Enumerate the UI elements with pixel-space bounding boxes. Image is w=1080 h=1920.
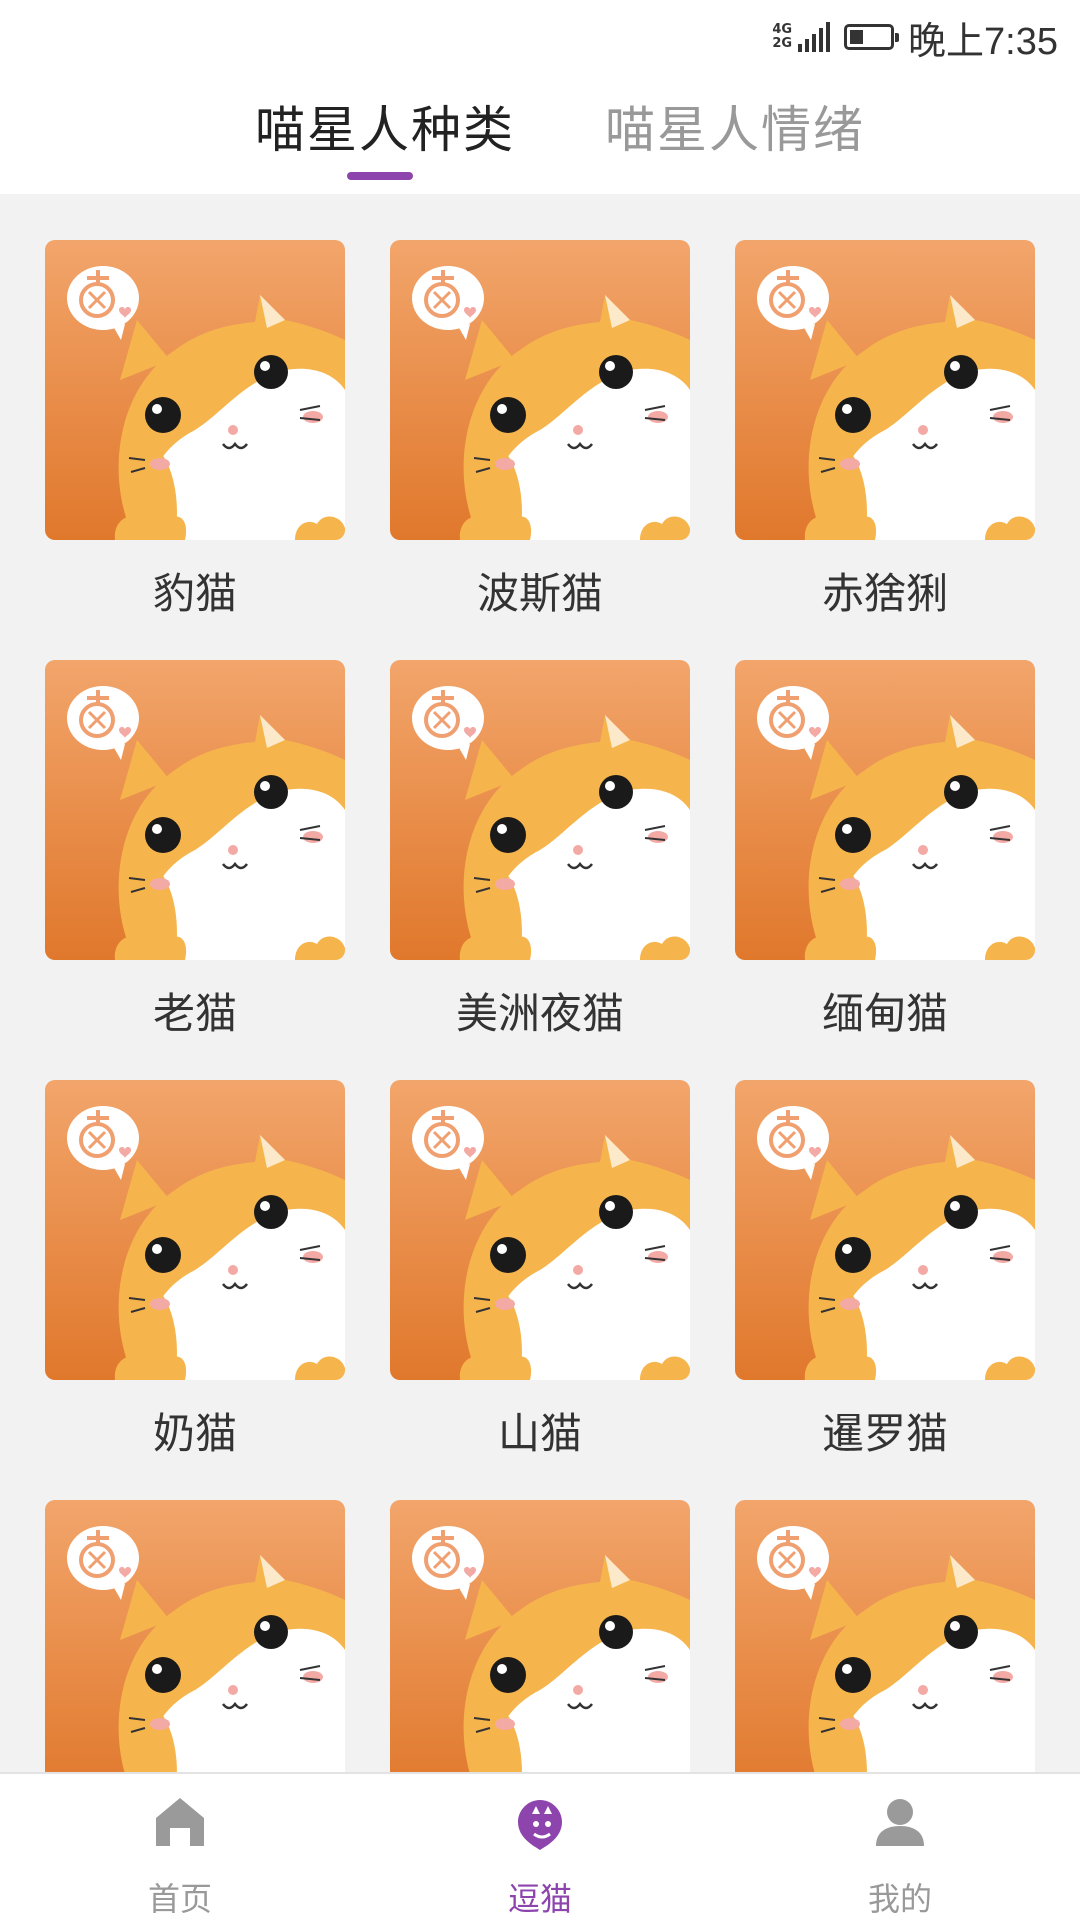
status-indicators: 4G 2G 晚上7:35 [772,14,1058,63]
cat-breed-card[interactable]: 奶猫 [45,1080,345,1458]
tab-cat-moods[interactable]: 喵星人情绪 [605,90,865,162]
cat-thumbnail[interactable] [45,240,345,540]
cat-breed-card[interactable] [45,1500,345,1772]
cat-illustration [67,1526,345,1772]
cat-illustration [757,686,1035,960]
cat-illustration [757,1526,1035,1772]
tab-cat-breeds[interactable]: 喵星人种类 [255,90,515,162]
cat-breed-card[interactable]: 山猫 [390,1080,690,1458]
tab-header: 喵星人种类 喵星人情绪 [0,74,1080,194]
cat-thumbnail[interactable] [735,1080,1035,1380]
cat-breed-card[interactable]: 老猫 [45,660,345,1038]
signal-icon: 4G 2G [772,22,831,52]
profile-icon [876,1799,924,1846]
cat-breed-name: 山猫 [497,1409,582,1458]
nav-label-cat-tease: 逗猫 [507,1880,572,1918]
cat-thumbnail[interactable] [735,660,1035,960]
signal-bars [798,22,831,52]
network-type: 4G 2G [772,23,792,51]
network-type-top: 4G [772,22,793,37]
cat-thumbnail[interactable] [45,660,345,960]
cat-illustration [67,686,345,960]
cat-breed-card[interactable]: 缅甸猫 [735,660,1035,1038]
home-icon [156,1798,204,1846]
cat-illustration [412,266,690,540]
bottom-navigation: 首页 逗猫 我的 [0,1772,1080,1920]
cat-breed-card[interactable]: 豹猫 [45,240,345,618]
cat-thumbnail[interactable] [390,1080,690,1380]
nav-item-home[interactable]: 首页 [80,1774,280,1920]
cat-breed-card[interactable] [390,1500,690,1772]
battery-icon [844,24,900,50]
active-tab-indicator [347,172,413,180]
nav-label-home: 首页 [147,1880,212,1918]
cat-illustration [757,1106,1035,1380]
cat-thumbnail[interactable] [45,1080,345,1380]
cat-illustration [412,1106,690,1380]
cat-breed-card[interactable]: 暹罗猫 [735,1080,1035,1458]
cat-breed-name: 缅甸猫 [821,989,948,1038]
cat-breed-name: 老猫 [152,989,237,1038]
cat-illustration [757,266,1035,540]
cat-breed-card[interactable] [735,1500,1035,1772]
battery-level [850,30,864,44]
cat-thumbnail[interactable] [390,660,690,960]
nav-item-profile[interactable]: 我的 [800,1774,1000,1920]
network-type-bottom: 2G [772,36,793,51]
cat-tease-icon [518,1800,562,1850]
cat-breed-name: 暹罗猫 [821,1409,948,1458]
cat-thumbnail[interactable] [390,1500,690,1772]
cat-thumbnail[interactable] [45,1500,345,1772]
cat-illustration [412,686,690,960]
cat-breed-card[interactable]: 美洲夜猫 [390,660,690,1038]
cat-breed-card[interactable]: 波斯猫 [390,240,690,618]
cat-illustration [67,266,345,540]
clock: 晚上7:35 [908,20,1058,63]
cat-illustration [412,1526,690,1772]
nav-label-profile: 我的 [867,1880,932,1918]
cat-breed-name: 美洲夜猫 [455,989,624,1038]
cat-breed-card[interactable]: 赤猞猁 [735,240,1035,618]
cat-breed-grid: 豹猫 波斯猫 赤猞猁 老猫 美洲夜猫 缅甸猫 奶猫 山猫 暹罗猫 [0,194,1080,1772]
cat-breed-name: 豹猫 [152,569,237,618]
cat-breed-name: 赤猞猁 [821,569,948,618]
cat-thumbnail[interactable] [390,240,690,540]
cat-illustration [67,1106,345,1380]
cat-thumbnail[interactable] [735,240,1035,540]
nav-item-cat-tease[interactable]: 逗猫 [440,1774,640,1920]
cat-thumbnail[interactable] [735,1500,1035,1772]
cat-breed-name: 奶猫 [152,1409,237,1458]
cat-breed-name: 波斯猫 [476,569,603,618]
status-bar: 4G 2G 晚上7:35 [0,0,1080,74]
